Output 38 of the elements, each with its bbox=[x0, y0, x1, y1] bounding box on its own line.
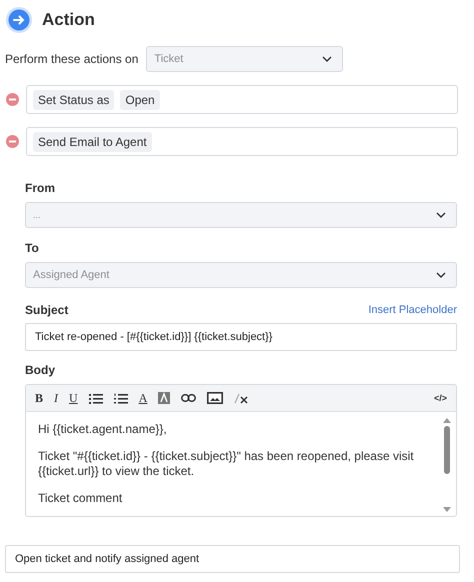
subject-field[interactable]: Ticket re-opened - [#{{ticket.id}}] {{ticket.subject}} bbox=[25, 323, 457, 351]
insert-placeholder-link[interactable]: Insert Placeholder bbox=[368, 304, 457, 316]
field-label: Perform these actions on bbox=[5, 52, 138, 66]
body-editor[interactable]: B I U A </> Hi {{ticket.agent.name}}, Ticket "#{{ticket.id}} - {{ticket.subject}}" has been reopened, please visit {{ticket.url}} to view the ticket. Ticket comment bbox=[25, 384, 457, 517]
action-field[interactable]: Send Email to Agent bbox=[26, 127, 458, 156]
field-label: Body bbox=[25, 363, 56, 377]
source-code-button[interactable]: </> bbox=[434, 393, 447, 403]
bullet-list-icon[interactable] bbox=[88, 392, 103, 404]
text-color-button[interactable]: A bbox=[138, 390, 148, 406]
body-paragraph: Hi {{ticket.agent.name}}, bbox=[38, 422, 168, 437]
bold-button[interactable]: B bbox=[35, 390, 44, 406]
body-paragraph: Ticket comment bbox=[38, 491, 124, 506]
action-tag: Send Email to Agent bbox=[33, 132, 152, 152]
chevron-down-icon bbox=[436, 272, 446, 278]
scroll-down-icon[interactable] bbox=[443, 507, 451, 512]
field-label: From bbox=[25, 181, 56, 195]
link-icon[interactable] bbox=[181, 394, 196, 402]
action-field[interactable]: Set Status as Open bbox=[26, 85, 458, 114]
remove-icon[interactable] bbox=[6, 135, 19, 148]
action-tag: Open bbox=[120, 90, 160, 110]
clear-format-icon[interactable] bbox=[234, 392, 248, 404]
highlight-icon[interactable] bbox=[158, 392, 170, 404]
remove-icon[interactable] bbox=[6, 93, 19, 106]
body-paragraph: Ticket "#{{ticket.id}} - {{ticket.subject}}" has been reopened, please visit {{ticket.url}} to view the ticket. bbox=[38, 449, 415, 479]
chevron-down-icon bbox=[436, 212, 446, 218]
scroll-up-icon[interactable] bbox=[443, 418, 451, 423]
rule-name-field[interactable]: Open ticket and notify assigned agent bbox=[5, 545, 460, 573]
field-label: Subject bbox=[25, 303, 68, 317]
underline-button[interactable]: U bbox=[69, 390, 78, 406]
italic-button[interactable]: I bbox=[54, 390, 58, 406]
image-icon[interactable] bbox=[207, 392, 224, 404]
scrollbar-thumb[interactable] bbox=[444, 426, 450, 474]
arrow-right-icon bbox=[5, 6, 33, 34]
field-label: To bbox=[25, 241, 40, 255]
section-title: Action bbox=[42, 10, 95, 30]
action-tag: Set Status as bbox=[33, 90, 114, 110]
numbered-list-icon[interactable] bbox=[114, 392, 128, 404]
chevron-down-icon bbox=[322, 56, 332, 62]
